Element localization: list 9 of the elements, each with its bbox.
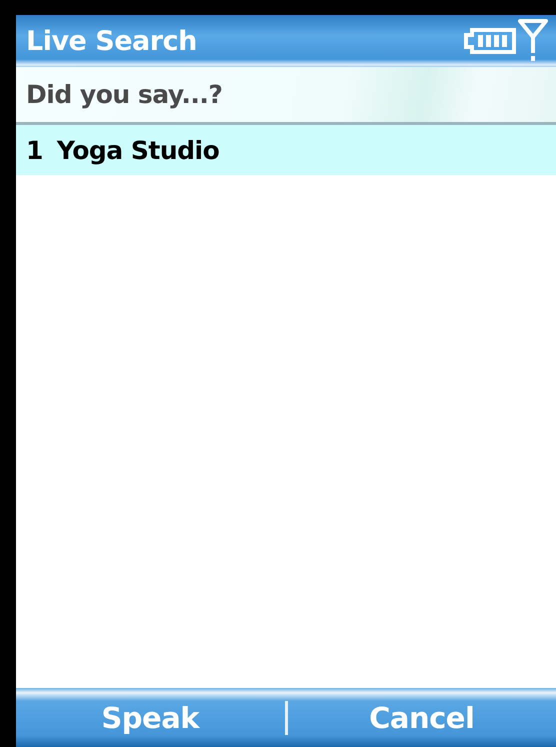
result-item[interactable]: 1 Yoga Studio (16, 125, 556, 175)
signal-icon (518, 19, 548, 63)
result-number: 1 (26, 136, 43, 164)
battery-icon (464, 26, 516, 56)
prompt-text: Did you say...? (26, 80, 222, 109)
window-title: Live Search (26, 26, 197, 56)
softkey-button[interactable]: Speak (16, 688, 284, 747)
softkey-button[interactable]: Cancel (288, 688, 556, 747)
result-label: Yoga Studio (56, 136, 220, 164)
